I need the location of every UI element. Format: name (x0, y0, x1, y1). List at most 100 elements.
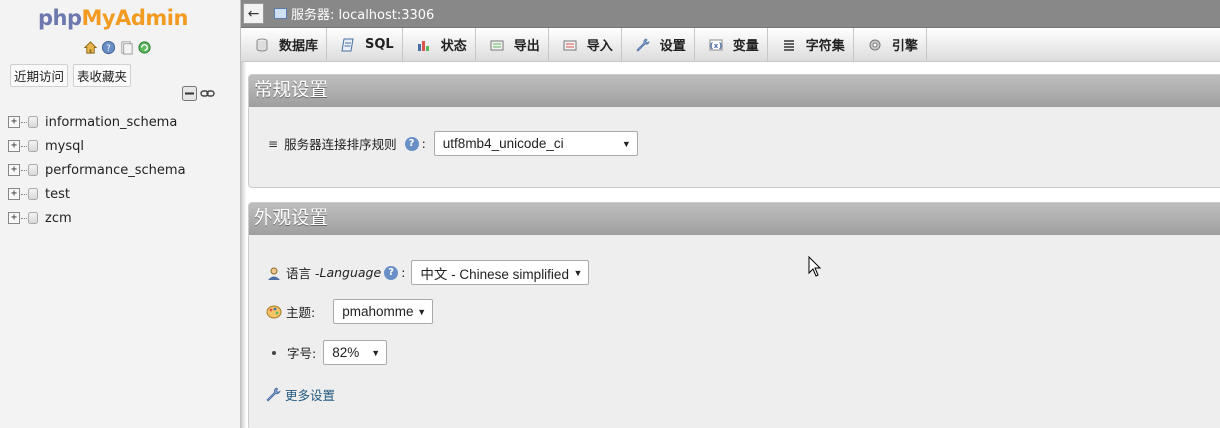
tab-label: 导出 (513, 39, 540, 54)
nav-collapse-controls (182, 86, 215, 101)
tab-label: SQL (365, 37, 394, 52)
tab-label: 数据库 (279, 39, 319, 54)
status-icon (417, 40, 429, 51)
collapse-all-icon[interactable] (182, 86, 197, 101)
list-icon: ≡ (268, 136, 279, 151)
more-settings-link[interactable]: 更多设置 (285, 385, 335, 404)
theme-row: 主题: pmahomme ▼ (266, 299, 434, 324)
database-tree: + information_schema + mysql + performan… (8, 110, 186, 230)
help-icon[interactable]: ? (101, 40, 116, 55)
tab-import[interactable]: 导入 (549, 28, 622, 61)
bullet-icon (272, 350, 276, 355)
collation-row: ≡ 服务器连接排序规则 ? : utf8mb4_unicode_ci ▼ (268, 131, 638, 156)
database-name[interactable]: zcm (45, 211, 72, 226)
language-select[interactable]: 中文 - Chinese simplified ▼ (411, 260, 590, 285)
svg-text:?: ? (106, 43, 110, 53)
variables-icon: {x} (709, 39, 723, 50)
export-icon (490, 40, 504, 50)
general-settings-panel: 常规设置 ≡ 服务器连接排序规则 ? : utf8mb4_unicode_ci … (248, 74, 1220, 188)
expand-icon[interactable]: + (8, 164, 20, 176)
tree-item[interactable]: + zcm (8, 206, 186, 230)
expand-icon[interactable]: + (8, 140, 20, 152)
home-icon[interactable] (83, 40, 98, 55)
tab-export[interactable]: 导出 (476, 28, 549, 61)
server-title-text: 服务器: localhost:3306 (291, 8, 435, 23)
sql-icon (341, 38, 354, 51)
tab-label: 状态 (440, 39, 467, 54)
general-settings-heading: 常规设置 (249, 75, 1220, 107)
server-icon (274, 8, 287, 19)
expand-icon[interactable]: + (8, 212, 20, 224)
tree-item[interactable]: + test (8, 182, 186, 206)
tab-charsets[interactable]: 字符集 (768, 28, 854, 61)
phpmyadmin-logo[interactable]: phpMyAdmin (38, 6, 188, 30)
database-name[interactable]: test (45, 187, 70, 202)
svg-text:{x}: {x} (709, 42, 723, 50)
docs-icon[interactable] (119, 40, 134, 55)
link-icon[interactable] (200, 88, 215, 99)
theme-label: 主题: (286, 305, 316, 320)
language-label: 语言 - (286, 266, 320, 281)
chevron-down-icon: ▼ (371, 348, 381, 358)
database-icon (28, 212, 38, 224)
database-icon (28, 140, 38, 152)
database-icon (28, 164, 38, 176)
language-select-value: 中文 - Chinese simplified (420, 266, 569, 282)
import-icon (563, 40, 577, 50)
tab-variables[interactable]: {x} 变量 (695, 28, 768, 61)
chevron-down-icon: ▼ (573, 268, 583, 278)
language-label-english: Language (319, 265, 382, 280)
reload-icon[interactable] (137, 40, 152, 55)
tree-item[interactable]: + information_schema (8, 110, 186, 134)
expand-icon[interactable]: + (8, 188, 20, 200)
fontsize-select-value: 82% (332, 345, 360, 360)
tree-item[interactable]: + mysql (8, 134, 186, 158)
tab-status[interactable]: 状态 (403, 28, 476, 61)
theme-select[interactable]: pmahomme ▼ (333, 299, 434, 324)
tree-item[interactable]: + performance_schema (8, 158, 186, 182)
tab-sql[interactable]: SQL (327, 28, 403, 61)
collation-select[interactable]: utf8mb4_unicode_ci ▼ (433, 131, 638, 156)
theme-select-value: pmahomme (342, 304, 414, 319)
chevron-down-icon: ▼ (417, 307, 427, 317)
nav-tab-recent[interactable]: 近期访问 (10, 64, 69, 87)
tab-label: 导入 (586, 39, 613, 54)
chevron-down-icon: ▼ (621, 139, 631, 149)
mouse-cursor-icon (808, 256, 822, 277)
database-icon (28, 188, 38, 200)
database-icon (28, 116, 38, 128)
nav-resize-handle[interactable] (240, 0, 246, 428)
help-icon[interactable]: ? (384, 265, 399, 280)
language-row: 语言 - Language ? : 中文 - Chinese simplifie… (266, 260, 590, 285)
server-breadcrumb[interactable]: 服务器: localhost:3306 (274, 4, 434, 23)
tab-databases[interactable]: 数据库 (241, 28, 328, 61)
wrench-icon (266, 387, 281, 402)
back-arrow-icon[interactable]: ← (243, 3, 264, 24)
charset-icon (783, 39, 794, 51)
main-menu: 数据库 SQL 状态 导出 导入 设置 {x} 变量 字符集 引擎 (241, 28, 1220, 62)
nav-quick-icons: ? (83, 40, 152, 55)
nav-tab-favorites[interactable]: 表收藏夹 (73, 64, 132, 87)
help-icon[interactable]: ? (404, 136, 419, 151)
fontsize-row: 字号: 82% ▼ (268, 340, 388, 365)
server-breadcrumb-bar: ← 服务器: localhost:3306 (241, 0, 1220, 28)
expand-icon[interactable]: + (8, 116, 20, 128)
database-name[interactable]: performance_schema (45, 163, 186, 178)
wrench-icon (636, 38, 650, 52)
logo-myadmin: MyAdmin (81, 6, 189, 30)
tab-settings[interactable]: 设置 (622, 28, 695, 61)
collation-label: 服务器连接排序规则 (284, 137, 397, 152)
more-settings-row[interactable]: 更多设置 (266, 385, 335, 404)
nav-tabs: 近期访问 表收藏夹 (10, 64, 132, 87)
tab-label: 变量 (732, 39, 759, 54)
fontsize-select[interactable]: 82% ▼ (323, 340, 388, 365)
database-name[interactable]: information_schema (45, 115, 177, 130)
tab-engines[interactable]: 引擎 (854, 28, 927, 61)
language-icon (268, 267, 280, 280)
database-icon (256, 38, 268, 51)
engine-icon (869, 39, 881, 50)
appearance-settings-panel: 外观设置 语言 - Language ? : 中文 - Chinese simp… (248, 202, 1220, 428)
tab-label: 设置 (659, 39, 686, 54)
database-name[interactable]: mysql (45, 139, 84, 154)
tab-label: 引擎 (891, 39, 918, 54)
